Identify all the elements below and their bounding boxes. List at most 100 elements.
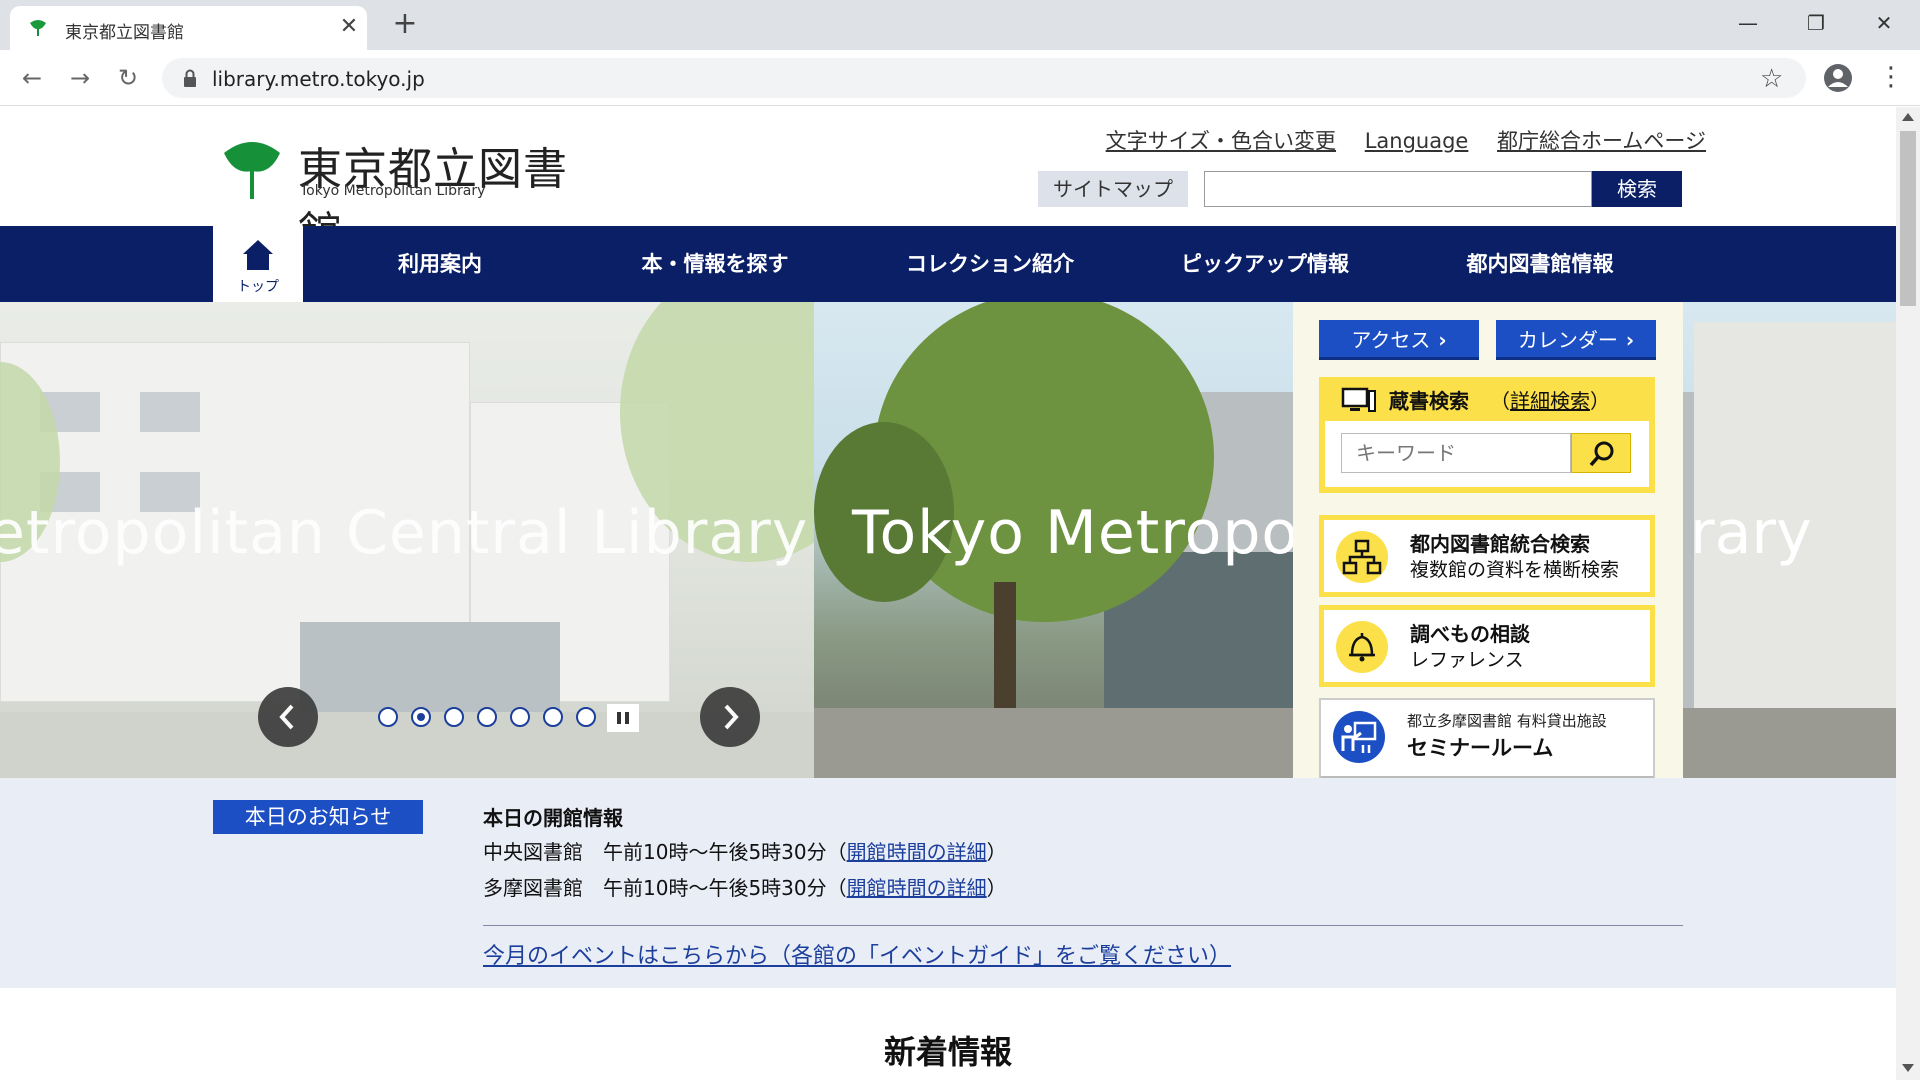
site-logo[interactable]: 東京都立図書館 Tokyo Metropolitan Library (222, 133, 582, 259)
opening-tama-text: 多摩図書館 午前10時～午後5時30分（ (483, 876, 847, 900)
computer-icon (1341, 387, 1376, 412)
logo-english-text: Tokyo Metropolitan Library (300, 183, 486, 199)
reference-title: 調べもの相談 (1410, 622, 1530, 646)
utility-links: 文字サイズ・色合い変更 Language 都庁総合ホームページ (1084, 125, 1706, 155)
scroll-down-icon[interactable] (1902, 1064, 1914, 1072)
browser-tab[interactable]: 東京都立図書館 ✕ (10, 6, 367, 50)
network-icon (1336, 531, 1388, 583)
integrated-search-sub: 複数館の資料を横断検索 (1410, 559, 1620, 581)
page-scrollbar[interactable] (1896, 107, 1920, 1080)
opening-tama-close-paren: ） (986, 876, 1007, 900)
seminar-title: セミナールーム (1407, 736, 1554, 760)
integrated-search-title: 都内図書館統合検索 (1410, 532, 1590, 556)
language-link[interactable]: Language (1365, 129, 1469, 153)
global-nav: トップ 利用案内 本・情報を探す コレクション紹介 ピックアップ情報 都内図書館… (0, 226, 1896, 302)
chevron-right-icon: › (1625, 328, 1635, 352)
access-button[interactable]: アクセス › (1319, 320, 1479, 360)
window-close-icon[interactable]: ✕ (1864, 8, 1904, 38)
slider-prev-button[interactable] (258, 687, 318, 747)
bookmark-star-icon[interactable]: ☆ (1760, 64, 1783, 94)
calendar-label: カレンダー (1517, 328, 1618, 352)
advanced-search-link[interactable]: 詳細検索 (1510, 389, 1590, 413)
site-search-input[interactable] (1204, 171, 1592, 207)
hero-caption-tama: Tokyo Metropoli (852, 498, 1335, 568)
minimize-icon[interactable]: — (1728, 8, 1768, 38)
divider (483, 925, 1683, 926)
home-icon (243, 240, 273, 270)
page-viewport: 東京都立図書館 Tokyo Metropolitan Library 文字サイズ… (0, 107, 1920, 1080)
browser-tab-strip: 東京都立図書館 ✕ + — ❐ ✕ (0, 0, 1920, 50)
nav-collection[interactable]: コレクション紹介 (880, 226, 1100, 302)
reference-sub: レファレンス (1410, 649, 1524, 671)
access-label: アクセス (1351, 328, 1431, 352)
seminar-room-card[interactable]: 都立多摩図書館 有料貸出施設 セミナールーム (1319, 698, 1655, 780)
scroll-up-icon[interactable] (1902, 113, 1914, 121)
slider-pause-button[interactable] (607, 704, 639, 732)
tab-title: 東京都立図書館 (65, 23, 184, 43)
opening-hours-detail-link[interactable]: 開館時間の詳細 (847, 876, 987, 900)
ginkgo-favicon-icon (30, 20, 46, 36)
slider-dot[interactable] (378, 707, 398, 727)
nav-home-label: トップ (237, 279, 279, 295)
notice-tag: 本日のお知らせ (213, 800, 423, 834)
opening-central-close-paren: ） (986, 840, 1007, 864)
integrated-search-card[interactable]: 都内図書館統合検索 複数館の資料を横断検索 (1319, 515, 1655, 597)
nav-libraries[interactable]: 都内図書館情報 (1430, 226, 1650, 302)
nav-pickup[interactable]: ピックアップ情報 (1155, 226, 1375, 302)
font-size-color-link[interactable]: 文字サイズ・色合い変更 (1106, 129, 1336, 153)
chevron-right-icon: › (1438, 328, 1447, 352)
seminar-subtitle: 都立多摩図書館 有料貸出施設 (1407, 712, 1607, 730)
tab-close-icon[interactable]: ✕ (336, 14, 362, 40)
keyword-search-button[interactable] (1571, 433, 1631, 473)
new-tab-icon[interactable]: + (390, 9, 420, 40)
slider-dot[interactable] (477, 707, 497, 727)
back-icon[interactable]: ← (18, 64, 46, 92)
quick-panel: アクセス › カレンダー › 蔵書検索 （詳細検索） キーワード 都内図書館統合… (1293, 302, 1683, 780)
slider-dot[interactable] (576, 707, 596, 727)
site-search-button[interactable]: 検索 (1592, 171, 1682, 207)
nav-guide[interactable]: 利用案内 (330, 226, 550, 302)
opening-row-tama: 多摩図書館 午前10時～午後5時30分（開館時間の詳細） (483, 872, 1007, 901)
lock-icon (184, 69, 196, 87)
search-icon (1589, 441, 1614, 467)
nav-home[interactable]: トップ (213, 226, 303, 302)
profile-icon[interactable] (1822, 62, 1854, 94)
address-toolbar: ← → ↻ library.metro.tokyo.jp ☆ ⋮ (0, 50, 1920, 106)
calendar-button[interactable]: カレンダー › (1496, 320, 1656, 360)
browser-menu-icon[interactable]: ⋮ (1878, 62, 1904, 92)
ginkgo-logo-icon (224, 142, 280, 199)
reference-card[interactable]: 調べもの相談 レファレンス (1319, 605, 1655, 687)
news-heading: 新着情報 (883, 1033, 1012, 1071)
opening-hours-detail-link[interactable]: 開館時間の詳細 (847, 840, 987, 864)
chevron-left-icon (279, 704, 294, 730)
forward-icon[interactable]: → (66, 64, 94, 92)
slider-dot-active[interactable] (411, 707, 431, 727)
slider-dot[interactable] (444, 707, 464, 727)
restore-icon[interactable]: ❐ (1796, 8, 1836, 38)
keyword-input[interactable]: キーワード (1341, 433, 1571, 473)
scrollbar-thumb[interactable] (1900, 131, 1916, 306)
hero-caption-tama-tail: rary (1690, 498, 1812, 568)
address-bar[interactable]: library.metro.tokyo.jp ☆ (162, 58, 1806, 98)
nav-search-info[interactable]: 本・情報を探す (605, 226, 825, 302)
catalog-search-box: 蔵書検索 （詳細検索） キーワード (1319, 377, 1655, 493)
catalog-advanced-close-paren: ） (1589, 389, 1610, 413)
catalog-advanced-open-paren: （ (1489, 389, 1510, 413)
presentation-icon (1333, 711, 1385, 763)
catalog-search-form: キーワード (1325, 421, 1649, 487)
bell-icon (1336, 621, 1388, 673)
hero-caption-central: etropolitan Central Library (0, 498, 809, 568)
url-text: library.metro.tokyo.jp (212, 67, 425, 91)
catalog-title: 蔵書検索 (1389, 389, 1469, 413)
slider-dot[interactable] (510, 707, 530, 727)
catalog-heading: 蔵書検索 （詳細検索） (1389, 385, 1610, 414)
opening-row-central: 中央図書館 午前10時～午後5時30分（開館時間の詳細） (483, 836, 1007, 865)
event-guide-link[interactable]: 今月のイベントはこちらから（各館の「イベントガイド」をご覧ください） (483, 938, 1231, 970)
sitemap-button[interactable]: サイトマップ (1038, 171, 1188, 207)
slider-dot[interactable] (543, 707, 563, 727)
chevron-right-icon (724, 704, 739, 730)
reload-icon[interactable]: ↻ (114, 64, 142, 92)
slider-next-button[interactable] (700, 687, 760, 747)
metro-homepage-link[interactable]: 都庁総合ホームページ (1497, 129, 1706, 153)
today-notice-section: 本日のお知らせ 本日の開館情報 中央図書館 午前10時～午後5時30分（開館時間… (0, 778, 1896, 988)
